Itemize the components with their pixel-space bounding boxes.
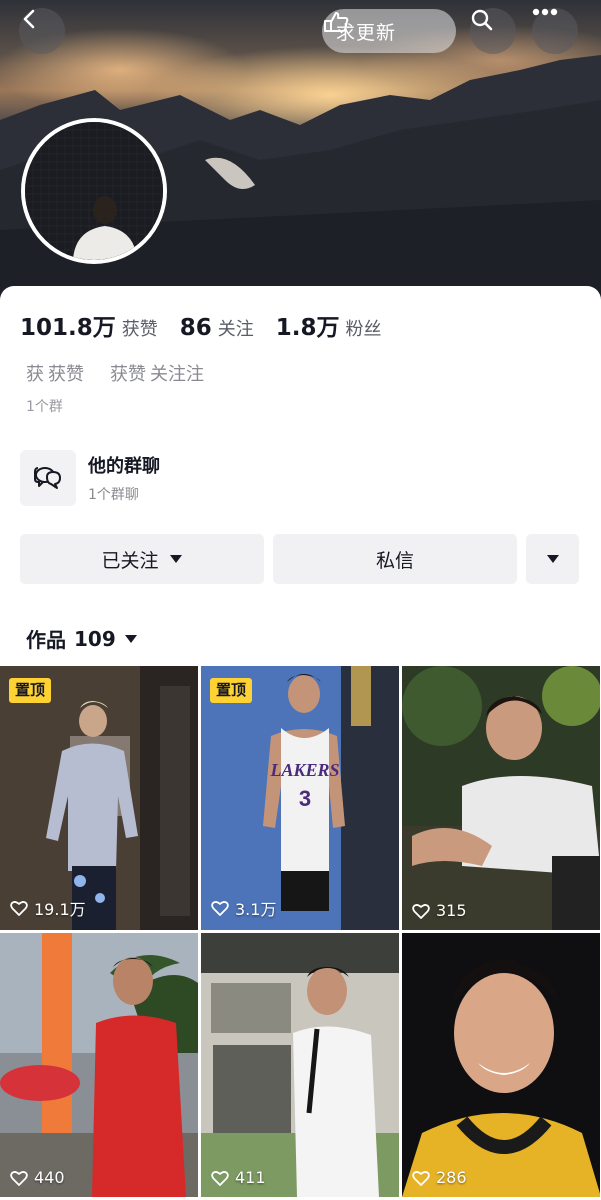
video-likes-count: 3.1万 [235,900,277,919]
message-button[interactable]: 私信 [273,534,517,584]
recommend-dropdown-button[interactable] [526,534,579,584]
following-count[interactable]: 86 [180,315,212,341]
back-button[interactable] [19,8,65,54]
video-likes-count: 19.1万 [34,900,86,919]
video-likes: 411 [211,1168,266,1187]
group-count-text: 1个群 [26,399,63,415]
works-tab[interactable]: 作品 109 [26,624,138,653]
group-chat-subtitle: 1个群聊 [88,487,139,503]
followers-count[interactable]: 1.8万 [276,308,340,342]
video-likes-count: 411 [235,1168,266,1187]
more-dots-icon [532,8,558,16]
video-thumbnail [402,666,600,930]
likes-count: 101.8万 [20,315,116,341]
caret-down-icon [124,634,137,643]
video-likes: 286 [412,1168,467,1187]
video-thumbnail [0,933,198,1197]
back-arrow-icon [23,9,35,29]
caret-down-icon [546,555,559,563]
video-likes-count: 286 [436,1168,467,1187]
request-update-button[interactable]: 求更新 [322,9,456,53]
bio-fragment: 获赞 [48,364,84,385]
heart-icon [412,1170,430,1186]
search-button[interactable] [470,8,516,54]
heart-icon [211,901,229,916]
video-tile[interactable]: 411 [201,933,399,1197]
heart-icon [10,901,28,916]
heart-icon [10,1170,28,1186]
bio-fragment: 关注注 [150,364,204,385]
video-likes: 19.1万 [10,896,86,920]
hand-point-icon [324,12,349,32]
following-label[interactable]: 关注 [218,315,254,341]
video-likes-count: 440 [34,1168,65,1187]
video-tile[interactable]: LAKERS 3 置顶 3.1万 [201,666,399,930]
svg-text:3: 3 [299,786,311,811]
pinned-badge: 置顶 [9,678,52,703]
more-options-button[interactable] [532,8,578,54]
svg-text:LAKERS: LAKERS [269,760,339,780]
video-tile[interactable]: 置顶 19.1万 [0,666,198,930]
video-thumbnail [0,666,198,930]
group-chat-entry[interactable]: 他的群聊 1个群聊 [20,450,160,506]
video-tile[interactable]: 440 [0,933,198,1197]
profile-banner: 求更新 [0,0,601,300]
video-tile[interactable]: 286 [402,933,600,1197]
video-likes: 315 [412,901,467,920]
video-likes: 3.1万 [211,896,276,920]
video-likes: 440 [10,1168,65,1187]
bio-spacer [88,360,106,386]
pinned-badge: 置顶 [210,678,253,703]
profile-avatar[interactable] [21,118,167,264]
bio-fragment: 获 [26,364,44,385]
heart-icon [412,903,430,919]
heart-icon [211,1170,229,1186]
group-chat-text: 他的群聊 1个群聊 [88,452,160,504]
group-chat-icon-box [20,450,76,506]
video-thumbnail: LAKERS 3 [201,666,399,930]
message-button-label: 私信 [375,549,414,572]
followers-label[interactable]: 粉丝 [346,315,382,341]
caret-down-icon [169,555,182,563]
chat-bubbles-icon [34,467,61,489]
profile-actions: 已关注 私信 [20,534,579,584]
following-button-label: 已关注 [101,549,159,572]
bio-text: 获 获赞 获赞 关注注 [26,360,204,386]
video-tile[interactable]: 315 [402,666,600,930]
likes-label: 获赞 [121,319,158,340]
group-chat-title: 他的群聊 [88,456,160,477]
search-icon [471,9,493,31]
video-thumbnail [201,933,399,1197]
works-label: 作品 [26,628,66,652]
bio-fragment: 获赞 [110,364,146,385]
avatar-photo [25,122,163,260]
video-likes-count: 315 [436,901,467,920]
video-thumbnail [402,933,600,1197]
following-button[interactable]: 已关注 [20,534,264,584]
profile-stats: 101.8万 获赞 86 关注 1.8万 粉丝 [20,308,404,342]
works-count: 109 [74,626,116,651]
